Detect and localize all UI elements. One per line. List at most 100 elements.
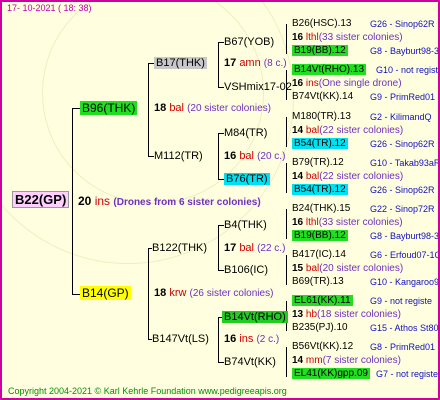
leaf-code: B54(TR).12 <box>292 184 348 195</box>
leaf-queen[interactable]: B56Vt(KK).12 G8 - PrimRed01 <box>292 341 435 352</box>
ggp-b74vt[interactable]: B74Vt(KK) <box>224 355 276 369</box>
leaf-queen[interactable]: B26(HSC).13 G26 - Sinop62R <box>292 18 435 29</box>
leaf-code: B19(BB).12 <box>292 230 348 241</box>
leaf-info: G10 - not registe <box>376 65 440 75</box>
leaf-code: B235(PJ).10 <box>292 322 348 333</box>
leaf-info: G9 - PrimRed01 <box>370 92 436 102</box>
leaf-info: G2 - KilimandQ <box>370 112 432 122</box>
leaf-info: G6 - Erfoud07-1Q <box>370 250 440 260</box>
gp-m112[interactable]: M112(TR) <box>154 149 203 163</box>
leaf-code: B56Vt(KK).12 <box>292 341 354 352</box>
leaf-info: G8 - Bayburt98-3 <box>370 231 440 241</box>
leaf-drone-info: 13 hb(18 sister colonies) <box>292 309 401 320</box>
leaf-queen[interactable]: EL41(KK)gpp.09 G7 - not registe <box>292 368 438 379</box>
parent-b14-drone-info: 18 krw (26 sister colonies) <box>154 287 274 299</box>
leaf-queen[interactable]: M180(TR).13 G2 - KilimandQ <box>292 111 432 122</box>
leaf-drone-suffix: ins <box>305 78 319 89</box>
ggp-b67[interactable]: B67(YOB) <box>224 35 274 49</box>
parent-b96-drone-info: 18 bal (20 sister colonies) <box>154 102 271 114</box>
leaf-drone-suffix: bal <box>305 263 320 274</box>
leaf-queen[interactable]: B69(TR).13 G10 - Kangaroo98R <box>292 276 438 287</box>
leaf-drone-suffix: lthl <box>305 217 319 228</box>
leaf-drone-suffix: bal <box>305 125 320 136</box>
gp-b147-drone-info: 16 ins (2 c.) <box>224 333 280 345</box>
leaf-drone-number: 16 <box>292 32 304 43</box>
pedigree-frame: 17- 10-2021 ( 18: 38) B22(GP) 20 ins (Dr… <box>0 0 440 400</box>
leaf-drone-info: 14 bal(22 sister colonies) <box>292 125 403 136</box>
leaf-code: B19(BB).12 <box>292 45 348 56</box>
ggp-b14vt[interactable]: B14Vt(RHO) <box>222 310 288 324</box>
leaf-drone-suffix: hb <box>305 309 318 320</box>
leaf-code: B74Vt(KK).14 <box>292 91 354 102</box>
leaf-info: G15 - Athos St80R <box>370 323 440 333</box>
leaf-drone-info: 16 lthl(33 sister colonies) <box>292 32 403 43</box>
leaf-info: G8 - Bayburt98-3 <box>370 46 440 56</box>
leaf-drone-number: 15 <box>292 263 304 274</box>
leaf-queen[interactable]: B79(TR).12 G10 - Takab93aR <box>292 157 438 168</box>
ggp-b76[interactable]: B76(TR) <box>224 172 270 186</box>
leaf-info: G26 - Sinop62R <box>370 139 435 149</box>
leaf-code: B79(TR).12 <box>292 157 344 168</box>
leaf-queen[interactable]: B54(TR).12 G26 - Sinop62R <box>292 184 435 195</box>
leaf-drone-number: 16 <box>292 217 304 228</box>
root-drone-info: 20 ins (Drones from 6 sister colonies) <box>78 194 261 208</box>
leaf-drone-info: 16 ins(One single drone) <box>292 78 402 89</box>
leaf-queen[interactable]: EL61(KK).11 G9 - not registe <box>292 295 432 306</box>
leaf-drone-note: (33 sister colonies) <box>318 32 403 43</box>
leaf-info: G10 - Kangaroo98R <box>370 277 440 287</box>
ggp-b4[interactable]: B4(THK) <box>224 218 267 232</box>
leaf-drone-number: 14 <box>292 355 304 366</box>
leaf-code: B54(TR).12 <box>292 138 348 149</box>
leaf-drone-number: 14 <box>292 125 304 136</box>
leaf-info: G22 - Sinop72R <box>370 204 435 214</box>
copyright: Copyright 2004-2021 © Karl Kehrle Founda… <box>8 386 287 396</box>
leaf-info: G26 - Sinop62R <box>370 185 435 195</box>
root-queen[interactable]: B22(GP) <box>12 191 70 208</box>
date-stamp: 17- 10-2021 ( 18: 38) <box>7 3 92 13</box>
leaf-code: B26(HSC).13 <box>292 18 352 29</box>
leaf-drone-note: (33 sister colonies) <box>318 217 403 228</box>
leaf-drone-info: 15 bal(20 sister colonies) <box>292 263 403 274</box>
ggp-m84[interactable]: M84(TR) <box>224 126 267 140</box>
leaf-drone-note: (One single drone) <box>318 78 402 89</box>
leaf-drone-number: 13 <box>292 309 304 320</box>
leaf-queen[interactable]: B235(PJ).10 G15 - Athos St80R <box>292 322 438 333</box>
leaf-queen[interactable]: B24(THK).15 G22 - Sinop72R <box>292 203 435 214</box>
leaf-queen[interactable]: B19(BB).12 G8 - Bayburt98-3 <box>292 45 438 56</box>
leaf-drone-suffix: bal <box>305 171 320 182</box>
gp-b122[interactable]: B122(THK) <box>152 241 207 255</box>
ggp-b106[interactable]: B106(IC) <box>224 263 268 277</box>
leaf-queen[interactable]: B417(IC).14 G6 - Erfoud07-1Q <box>292 249 438 260</box>
leaf-drone-note: (20 sister colonies) <box>319 263 404 274</box>
leaf-code: M180(TR).13 <box>292 111 351 122</box>
leaf-drone-suffix: lthl <box>305 32 319 43</box>
leaf-drone-info: 14 mm(7 sister colonies) <box>292 355 401 366</box>
gp-m112-drone-info: 16 bal (20 c.) <box>224 150 286 162</box>
gp-b122-drone-info: 17 bal (22 c.) <box>224 242 286 254</box>
ggp-vshmix[interactable]: VSHmix17-02 <box>224 80 292 94</box>
leaf-info: G26 - Sinop62R <box>370 19 435 29</box>
gp-b17[interactable]: B17(THK) <box>154 56 207 70</box>
leaf-queen[interactable]: B14Vt(RHO).13 G10 - not registe <box>292 64 438 75</box>
gp-b147[interactable]: B147Vt(LS) <box>152 332 209 346</box>
gp-b17-drone-info: 17 amn (8 c.) <box>224 57 287 69</box>
leaf-code: EL61(KK).11 <box>292 295 353 306</box>
leaf-queen[interactable]: B54(TR).12 G26 - Sinop62R <box>292 138 435 149</box>
leaf-queen[interactable]: B74Vt(KK).14 G9 - PrimRed01 <box>292 91 435 102</box>
leaf-drone-note: (18 sister colonies) <box>317 309 401 320</box>
leaf-info: G10 - Takab93aR <box>370 158 440 168</box>
leaf-code: B417(IC).14 <box>292 249 346 260</box>
leaf-drone-note: (22 sister colonies) <box>319 125 404 136</box>
leaf-drone-number: 16 <box>292 78 304 89</box>
leaf-code: EL41(KK)gpp.09 <box>292 368 370 379</box>
leaf-info: G9 - not registe <box>370 296 433 306</box>
leaf-drone-info: 14 bal(22 sister colonies) <box>292 171 403 182</box>
leaf-drone-note: (7 sister colonies) <box>322 355 401 366</box>
leaf-drone-info: 16 lthl(33 sister colonies) <box>292 217 403 228</box>
leaf-code: B14Vt(RHO).13 <box>292 64 367 75</box>
leaf-drone-note: (22 sister colonies) <box>319 171 404 182</box>
parent-b96[interactable]: B96(THK) <box>80 101 138 115</box>
leaf-queen[interactable]: B19(BB).12 G8 - Bayburt98-3 <box>292 230 438 241</box>
leaf-code: B69(TR).13 <box>292 276 344 287</box>
parent-b14[interactable]: B14(GP) <box>80 286 131 300</box>
